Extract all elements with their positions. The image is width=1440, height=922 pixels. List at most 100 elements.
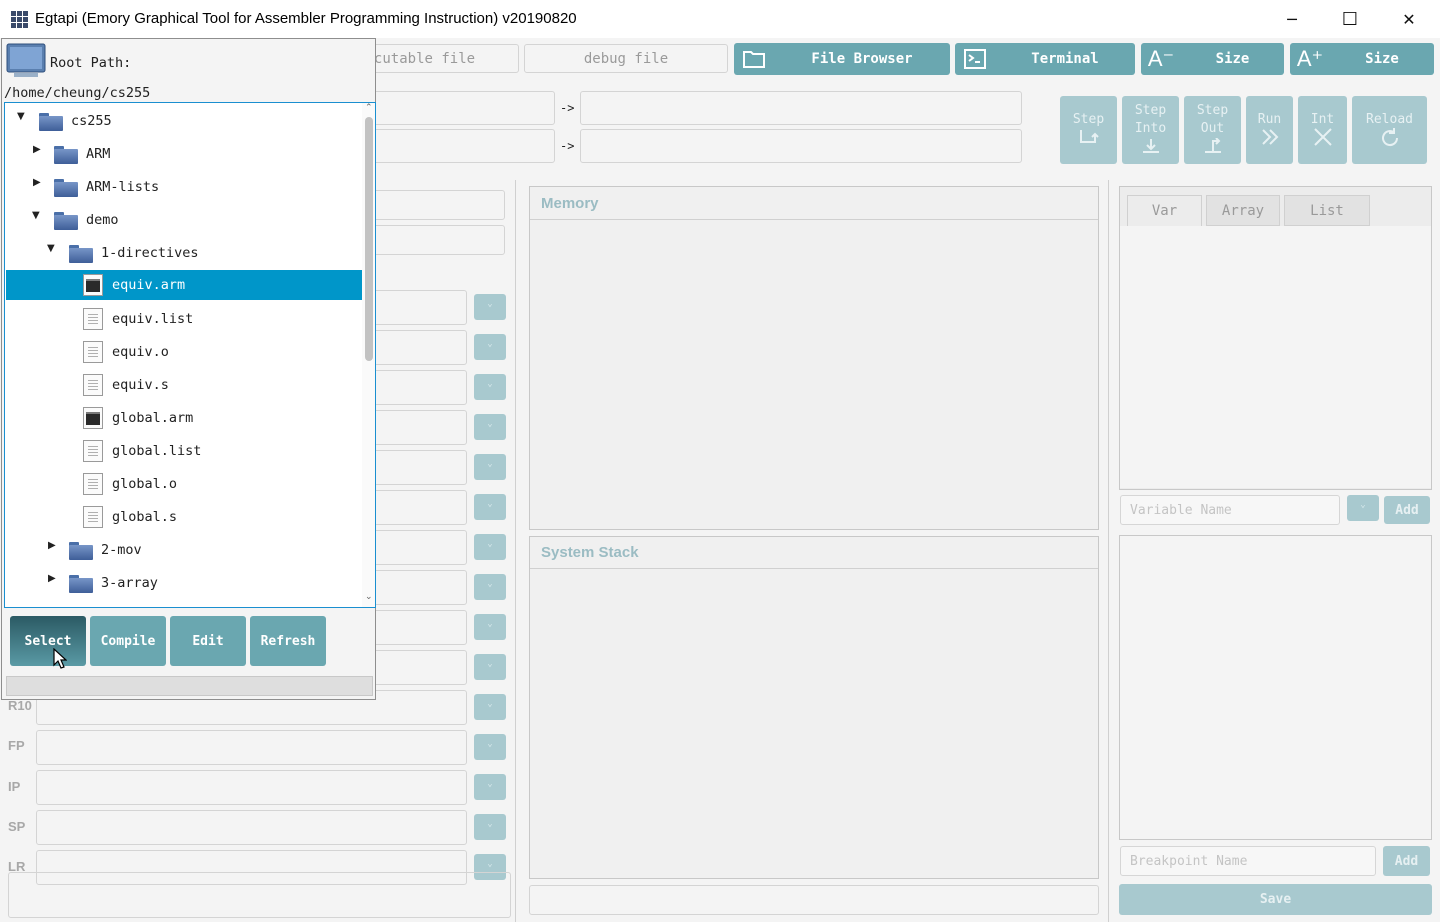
terminal-button[interactable]: Terminal bbox=[955, 43, 1135, 75]
register-format-dropdown[interactable] bbox=[474, 494, 506, 520]
tree-item-3-array[interactable]: 3-array bbox=[69, 570, 158, 596]
register-sp-dropdown[interactable] bbox=[474, 814, 506, 840]
scrollbar-thumb[interactable] bbox=[365, 117, 373, 361]
step-out-button[interactable]: Step Out bbox=[1184, 96, 1241, 164]
register-sp-field[interactable] bbox=[36, 810, 467, 845]
register-ip-dropdown[interactable] bbox=[474, 774, 506, 800]
variable-type-dropdown[interactable] bbox=[1347, 495, 1379, 521]
tree-item-global-o[interactable]: global.o bbox=[83, 471, 177, 497]
system-stack-panel: System Stack bbox=[529, 536, 1099, 879]
tab-var[interactable]: Var bbox=[1127, 195, 1202, 226]
collapse-toggle-icon[interactable]: ▶ bbox=[33, 177, 41, 188]
font-size-increase-button[interactable]: A⁺ Size bbox=[1290, 43, 1434, 75]
tree-item-label: equiv.s bbox=[112, 377, 169, 393]
step-button[interactable]: Step bbox=[1060, 96, 1117, 164]
debug-file-field[interactable]: debug file bbox=[524, 44, 728, 73]
save-button[interactable]: Save bbox=[1119, 884, 1432, 915]
run-button[interactable]: Run bbox=[1246, 96, 1293, 164]
scroll-up-icon[interactable]: ⌃ bbox=[365, 103, 373, 113]
register-r10-dropdown[interactable] bbox=[474, 694, 506, 720]
collapse-toggle-icon[interactable]: ▶ bbox=[48, 540, 56, 551]
interrupt-button[interactable]: Int bbox=[1298, 96, 1347, 164]
maximize-button[interactable]: ☐ bbox=[1321, 0, 1379, 38]
expand-toggle-icon[interactable]: ▼ bbox=[47, 243, 55, 254]
tree-item-equiv-arm[interactable]: equiv.arm bbox=[6, 270, 363, 300]
tree-item-equiv-list[interactable]: equiv.list bbox=[83, 306, 193, 332]
tree-item-label: global.s bbox=[112, 509, 178, 525]
variable-name-input[interactable]: Variable Name bbox=[1120, 495, 1340, 525]
tree-item-demo[interactable]: demo bbox=[54, 207, 119, 233]
register-fp-field[interactable] bbox=[36, 730, 467, 765]
register-format-dropdown[interactable] bbox=[474, 414, 506, 440]
tree-item-equiv-s[interactable]: equiv.s bbox=[83, 372, 169, 398]
folder-icon bbox=[54, 178, 78, 197]
step-out-label-2: Out bbox=[1200, 121, 1225, 136]
register-format-dropdown[interactable] bbox=[474, 454, 506, 480]
step-into-button[interactable]: Step Into bbox=[1122, 96, 1179, 164]
tree-item-equiv-o[interactable]: equiv.o bbox=[83, 339, 169, 365]
expand-toggle-icon[interactable]: ▼ bbox=[17, 111, 25, 122]
register-format-dropdown[interactable] bbox=[474, 614, 506, 640]
tree-item-label: global.o bbox=[112, 476, 178, 492]
memory-panel: Memory bbox=[529, 186, 1099, 530]
app-icon bbox=[11, 11, 28, 28]
register-label-fp: FP bbox=[8, 738, 25, 753]
file-browser-button[interactable]: File Browser bbox=[734, 43, 950, 75]
register-fp-dropdown[interactable] bbox=[474, 734, 506, 760]
folder-icon bbox=[54, 211, 78, 230]
cpsr-field[interactable] bbox=[8, 872, 511, 918]
register-ip-field[interactable] bbox=[36, 770, 467, 805]
run-label: Run bbox=[1257, 112, 1282, 127]
tree-item-1-directives[interactable]: 1-directives bbox=[69, 240, 199, 266]
watch-list bbox=[1120, 226, 1431, 488]
target-field-2[interactable] bbox=[580, 129, 1022, 163]
register-format-dropdown[interactable] bbox=[474, 574, 506, 600]
tree-item-cs255[interactable]: cs255 bbox=[39, 108, 112, 134]
mouse-cursor-icon bbox=[53, 648, 67, 669]
scroll-down-icon[interactable]: ⌄ bbox=[365, 592, 373, 602]
size-increase-label: Size bbox=[1365, 51, 1399, 67]
refresh-button[interactable]: Refresh bbox=[250, 616, 326, 666]
memory-title: Memory bbox=[541, 195, 599, 212]
breakpoint-name-input[interactable]: Breakpoint Name bbox=[1120, 846, 1376, 876]
tree-item-global-arm[interactable]: global.arm bbox=[83, 405, 193, 431]
register-format-dropdown[interactable] bbox=[474, 374, 506, 400]
step-icon bbox=[1079, 130, 1099, 143]
collapse-toggle-icon[interactable]: ▶ bbox=[48, 573, 56, 584]
root-path-value: /home/cheung/cs255 bbox=[4, 85, 151, 101]
register-format-dropdown[interactable] bbox=[474, 534, 506, 560]
collapse-toggle-icon[interactable]: ▶ bbox=[33, 144, 41, 155]
edit-button[interactable]: Edit bbox=[170, 616, 246, 666]
tree-item-2-mov[interactable]: 2-mov bbox=[69, 537, 142, 563]
expand-toggle-icon[interactable]: ▼ bbox=[32, 210, 40, 221]
text-file-icon bbox=[83, 473, 103, 495]
tab-list[interactable]: List bbox=[1284, 195, 1370, 226]
step-into-icon bbox=[1142, 139, 1159, 153]
font-size-decrease-button[interactable]: A⁻ Size bbox=[1141, 43, 1284, 75]
breakpoint-list bbox=[1119, 535, 1432, 840]
step-out-label-1: Step bbox=[1196, 103, 1229, 118]
compile-button[interactable]: Compile bbox=[90, 616, 166, 666]
select-button[interactable]: Select bbox=[10, 616, 86, 666]
tree-scrollbar[interactable]: ⌃ ⌄ bbox=[362, 103, 375, 607]
register-format-dropdown[interactable] bbox=[474, 334, 506, 360]
file-tree[interactable]: ▼ cs255 ▶ ARM ▶ ARM-lists ▼ demo ▼ 1-dir… bbox=[4, 102, 376, 608]
tree-item-global-list[interactable]: global.list bbox=[83, 438, 201, 464]
register-label-ip: IP bbox=[8, 779, 21, 794]
reload-button[interactable]: Reload bbox=[1352, 96, 1427, 164]
add-breakpoint-button[interactable]: Add bbox=[1383, 846, 1430, 876]
register-format-dropdown[interactable] bbox=[474, 294, 506, 320]
minimize-button[interactable]: ─ bbox=[1263, 0, 1321, 38]
tree-item-arm[interactable]: ARM bbox=[54, 141, 110, 167]
add-variable-button[interactable]: Add bbox=[1384, 496, 1430, 524]
step-label: Step bbox=[1072, 112, 1105, 127]
font-decrease-icon: A⁻ bbox=[1147, 46, 1175, 71]
register-format-dropdown[interactable] bbox=[474, 654, 506, 680]
close-button[interactable]: ✕ bbox=[1380, 0, 1438, 38]
text-file-icon bbox=[83, 308, 103, 330]
tab-array[interactable]: Array bbox=[1206, 195, 1280, 226]
tree-item-arm-lists[interactable]: ARM-lists bbox=[54, 174, 159, 200]
target-field-1[interactable] bbox=[580, 91, 1022, 125]
tree-item-global-s[interactable]: global.s bbox=[83, 504, 177, 530]
tree-item-label: 3-array bbox=[101, 575, 158, 591]
